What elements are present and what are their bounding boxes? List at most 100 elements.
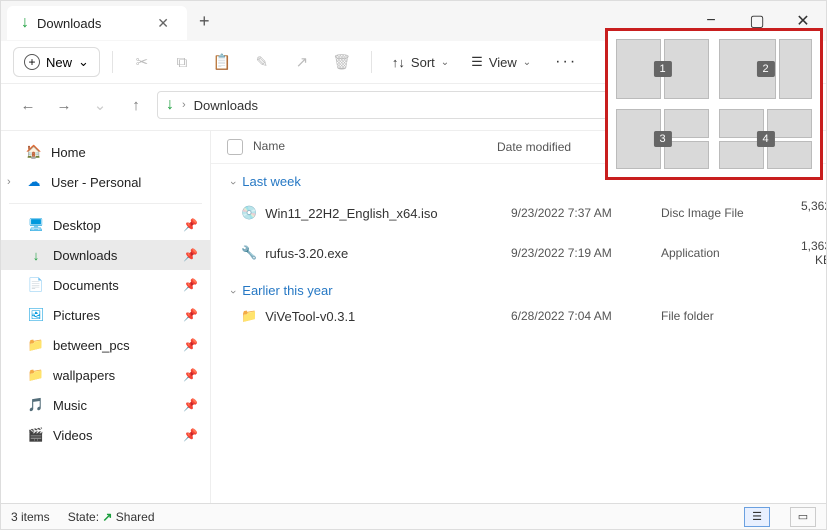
onedrive-icon: ☁ <box>25 173 43 191</box>
snap-layout-option[interactable]: 3 <box>616 109 709 169</box>
more-button[interactable]: ··· <box>545 53 587 71</box>
sidebar-item-label: Desktop <box>53 218 101 233</box>
share-icon[interactable]: ↗ <box>285 47 319 77</box>
folder-icon: 📁 <box>27 366 45 384</box>
sidebar-item-desktop[interactable]: 🖥 Desktop 📌 <box>1 210 210 240</box>
snap-layout-option[interactable]: 4 <box>719 109 812 169</box>
file-date: 9/23/2022 7:37 AM <box>511 206 661 220</box>
sidebar-item-music[interactable]: 🎵 Music 📌 <box>1 390 210 420</box>
file-name: rufus-3.20.exe <box>265 246 348 261</box>
snap-layout-option[interactable]: 1 <box>616 39 709 99</box>
delete-icon[interactable]: 🗑 <box>325 47 359 77</box>
view-icon: ☰ <box>471 54 483 70</box>
pin-icon[interactable]: 📌 <box>183 338 198 352</box>
sidebar-item-label: Videos <box>53 428 93 443</box>
plus-circle-icon: + <box>24 54 40 70</box>
select-all-checkbox[interactable] <box>227 139 243 155</box>
recent-button[interactable]: ⌄ <box>85 90 115 120</box>
sidebar-item-label: wallpapers <box>53 368 115 383</box>
sidebar-item-downloads[interactable]: ↓ Downloads 📌 <box>1 240 210 270</box>
file-type: File folder <box>661 309 801 323</box>
sidebar-item-label: Music <box>53 398 87 413</box>
music-icon: 🎵 <box>27 396 45 414</box>
chevron-down-icon: ⌄ <box>441 57 449 68</box>
new-button[interactable]: + New ⌄ <box>13 47 100 77</box>
file-row[interactable]: 🔧rufus-3.20.exe9/23/2022 7:19 AMApplicat… <box>211 233 826 273</box>
sidebar-item-videos[interactable]: 🎬 Videos 📌 <box>1 420 210 450</box>
chevron-down-icon: ⌄ <box>523 57 531 68</box>
sort-label: Sort <box>411 55 435 70</box>
chevron-down-icon: ⌄ <box>78 54 89 70</box>
paste-icon[interactable]: 📋 <box>205 47 239 77</box>
tab-title: Downloads <box>37 16 145 31</box>
state-label: State: <box>68 510 99 524</box>
pin-icon[interactable]: 📌 <box>183 218 198 232</box>
sidebar-item-label: Documents <box>53 278 119 293</box>
chevron-down-icon: › <box>227 290 239 294</box>
folder-icon: 📁 <box>27 336 45 354</box>
pic-icon: 🖼 <box>27 306 45 324</box>
cut-icon[interactable]: ✂ <box>125 47 159 77</box>
sidebar-item-label: Home <box>51 145 86 160</box>
sidebar-item-home[interactable]: 🏠 Home <box>1 137 210 167</box>
download-icon: ↓ <box>21 14 29 32</box>
icons-view-button[interactable]: ▭ <box>790 507 816 527</box>
col-name: Name <box>253 139 285 153</box>
back-button[interactable]: ← <box>13 90 43 120</box>
new-tab-button[interactable]: + <box>187 7 222 36</box>
dl-icon: ↓ <box>27 246 45 264</box>
sidebar-item-wallpapers[interactable]: 📁 wallpapers 📌 <box>1 360 210 390</box>
sort-button[interactable]: ↑↓ Sort ⌄ <box>384 51 457 74</box>
sidebar-item-label: User - Personal <box>51 175 141 190</box>
state-value: Shared <box>116 510 155 524</box>
file-date: 6/28/2022 7:04 AM <box>511 309 661 323</box>
file-type: Application <box>661 246 801 260</box>
snap-layout-option[interactable]: 2 <box>719 39 812 99</box>
item-count: 3 items <box>11 510 50 524</box>
pin-icon[interactable]: 📌 <box>183 428 198 442</box>
forward-button[interactable]: → <box>49 90 79 120</box>
view-label: View <box>489 55 517 70</box>
file-explorer-window: ↓ Downloads ✕ + − ▢ ✕ + New ⌄ ✂ ⧉ 📋 ✎ ↗ … <box>0 0 827 530</box>
tab-downloads[interactable]: ↓ Downloads ✕ <box>7 6 187 40</box>
status-bar: 3 items State: ↗ Shared ☰ ▭ <box>1 503 826 529</box>
up-button[interactable]: ↑ <box>121 90 151 120</box>
shared-icon: ↗ <box>102 510 112 524</box>
file-name: ViVeTool-v0.3.1 <box>265 309 355 324</box>
sidebar: 🏠 Home › ☁ User - Personal 🖥 Desktop 📌 ↓ Dow… <box>1 131 211 503</box>
file-row[interactable]: 💿 Win11_22H2_English_x64.iso 9/23/2022 7:3… <box>211 193 826 233</box>
pin-icon[interactable]: 📌 <box>183 398 198 412</box>
rename-icon[interactable]: ✎ <box>245 47 279 77</box>
file-date: 9/23/2022 7:19 AM <box>511 246 661 260</box>
close-tab-icon[interactable]: ✕ <box>153 15 173 32</box>
sidebar-item-label: Downloads <box>53 248 117 263</box>
details-view-button[interactable]: ☰ <box>744 507 770 527</box>
pin-icon[interactable]: 📌 <box>183 368 198 382</box>
sidebar-item-user[interactable]: › ☁ User - Personal <box>1 167 210 197</box>
file-row[interactable]: 📁 ViVeTool-v0.3.1 6/28/2022 7:04 AMFile fo… <box>211 302 826 330</box>
breadcrumb-chevron-icon: › <box>182 99 186 111</box>
sidebar-item-pictures[interactable]: 🖼 Pictures 📌 <box>1 300 210 330</box>
home-icon: 🏠 <box>25 143 43 161</box>
pin-icon[interactable]: 📌 <box>183 308 198 322</box>
copy-icon[interactable]: ⧉ <box>165 47 199 77</box>
sort-icon: ↑↓ <box>392 55 405 70</box>
chevron-right-icon[interactable]: › <box>7 176 11 188</box>
new-button-label: New <box>46 55 72 70</box>
file-name: Win11_22H2_English_x64.iso <box>265 206 437 221</box>
video-icon: 🎬 <box>27 426 45 444</box>
download-icon: ↓ <box>166 96 174 114</box>
file-size: 5,362,992 KB <box>801 199 826 227</box>
sidebar-item-between_pcs[interactable]: 📁 between_pcs 📌 <box>1 330 210 360</box>
view-button[interactable]: ☰ View ⌄ <box>463 50 539 74</box>
sidebar-item-label: Pictures <box>53 308 100 323</box>
sidebar-item-label: between_pcs <box>53 338 130 353</box>
desktop-icon: 🖥 <box>27 216 45 234</box>
file-size: 1,363 KB <box>801 239 826 267</box>
file-icon: 📁 <box>241 308 257 324</box>
file-icon: 💿 <box>241 205 257 221</box>
pin-icon[interactable]: 📌 <box>183 278 198 292</box>
group-header[interactable]: › Earlier this year <box>211 273 826 302</box>
sidebar-item-documents[interactable]: 📄Documents📌 <box>1 270 210 300</box>
pin-icon[interactable]: 📌 <box>183 248 198 262</box>
